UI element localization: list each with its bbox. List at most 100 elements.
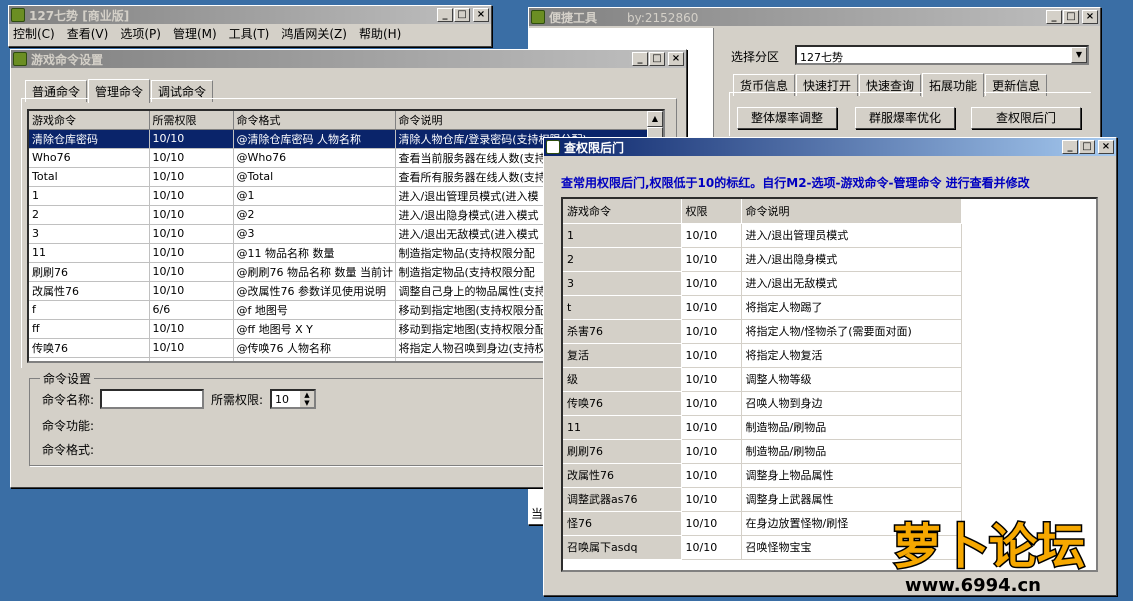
scroll-up-icon[interactable]: ▲ [647, 111, 663, 127]
zone-select[interactable]: 127七势 ▼ [795, 45, 1089, 65]
menu-tools[interactable]: 工具(T) [229, 25, 270, 42]
command-name-input[interactable] [100, 389, 204, 409]
table-cell[interactable]: 进入/退出无敌模式 [741, 271, 962, 296]
perm-title-bar[interactable]: 查权限后门 _ □ × [544, 138, 1116, 156]
table-row[interactable]: 级 10/10 调整人物等级 [563, 367, 962, 392]
col-header-command[interactable]: 游戏命令 [29, 111, 150, 130]
tool-close-button[interactable]: × [1082, 10, 1098, 24]
chevron-down-icon[interactable]: ▼ [1071, 47, 1087, 63]
table-cell[interactable]: 刷刷76 [29, 262, 150, 282]
table-cell[interactable]: 3 [29, 224, 150, 244]
table-cell[interactable]: 11 [29, 243, 150, 263]
group-drop-rate-button[interactable]: 群服爆率优化 [855, 107, 955, 129]
table-cell[interactable]: 10/10 [149, 357, 234, 361]
table-cell[interactable]: @3 [233, 224, 396, 244]
perm-col-header-permission[interactable]: 权限 [681, 199, 742, 224]
cmd-minimize-button[interactable]: _ [632, 52, 648, 66]
table-cell[interactable]: 10/10 [149, 338, 234, 358]
menu-help[interactable]: 帮助(H) [359, 25, 401, 42]
table-cell[interactable]: 10/10 [681, 223, 742, 248]
table-row[interactable]: 刷刷76 10/10 制造物品/刷物品 [563, 439, 962, 464]
table-cell[interactable]: 10/10 [681, 247, 742, 272]
table-row[interactable]: 复活 10/10 将指定人物复活 [563, 343, 962, 368]
cmd-close-button[interactable]: × [668, 52, 684, 66]
menu-manage[interactable]: 管理(M) [173, 25, 217, 42]
permission-spinner[interactable]: 10 ▲ ▼ [270, 389, 316, 409]
table-cell[interactable]: 1 [29, 186, 150, 206]
minimize-button[interactable]: _ [437, 8, 453, 22]
table-row[interactable]: t 10/10 将指定人物踢了 [563, 295, 962, 320]
table-cell[interactable]: 1 [563, 223, 682, 248]
main-title-bar[interactable]: 127七势 [商业版] _ □ × [9, 6, 491, 24]
table-cell[interactable]: 制造物品/刷物品 [741, 415, 962, 440]
table-cell[interactable]: 传唤76 [563, 391, 682, 416]
table-cell[interactable]: Total [29, 167, 150, 187]
table-cell[interactable]: @2 [233, 205, 396, 225]
table-row[interactable]: 2 10/10 进入/退出隐身模式 [563, 247, 962, 272]
table-cell[interactable]: 级 [563, 367, 682, 392]
table-cell[interactable]: 制造物品/刷物品 [741, 439, 962, 464]
table-cell[interactable]: 杀害76 [563, 319, 682, 344]
menu-gateway[interactable]: 鸿盾网关(Z) [281, 25, 347, 42]
table-cell[interactable]: 10/10 [149, 129, 234, 149]
col-header-permission[interactable]: 所需权限 [149, 111, 234, 130]
menu-control[interactable]: 控制(C) [13, 25, 55, 42]
table-cell[interactable]: 10/10 [681, 535, 742, 560]
cmd-maximize-button[interactable]: □ [649, 52, 665, 66]
table-cell[interactable]: 调整人物等级 [741, 367, 962, 392]
table-cell[interactable]: @11 物品名称 数量 [233, 243, 396, 263]
perm-close-button[interactable]: × [1098, 140, 1114, 154]
table-cell[interactable]: @1 [233, 186, 396, 206]
perm-maximize-button[interactable]: □ [1079, 140, 1095, 154]
table-cell[interactable]: 传唤76 [29, 338, 150, 358]
table-cell[interactable]: f [29, 300, 150, 320]
tab-extensions[interactable]: 拓展功能 [922, 73, 985, 97]
table-cell[interactable]: @清除仓库密码 人物名称 [233, 129, 396, 149]
table-cell[interactable]: 10/10 [149, 148, 234, 168]
table-cell[interactable]: 怪76 [563, 511, 682, 536]
tool-title-bar[interactable]: 便捷工具 by:2152860 _ □ × [529, 8, 1100, 26]
table-row[interactable]: 杀害76 10/10 将指定人物/怪物杀了(需要面对面) [563, 319, 962, 344]
table-cell[interactable]: 10/10 [681, 487, 742, 512]
table-cell[interactable]: 清除仓库密码 [29, 129, 150, 149]
table-cell[interactable]: 调整武器as76 [563, 487, 682, 512]
table-cell[interactable]: t [563, 295, 682, 320]
table-cell[interactable]: 将指定人物踢了 [741, 295, 962, 320]
overall-drop-rate-button[interactable]: 整体爆率调整 [737, 107, 837, 129]
table-cell[interactable]: 10/10 [681, 463, 742, 488]
table-cell[interactable]: @Total [233, 167, 396, 187]
table-cell[interactable]: 10/10 [149, 224, 234, 244]
table-cell[interactable]: 3 [563, 271, 682, 296]
spinner-arrows-icon[interactable]: ▲ ▼ [300, 391, 314, 407]
table-cell[interactable]: 2 [563, 247, 682, 272]
table-cell[interactable]: 10/10 [681, 319, 742, 344]
table-cell[interactable]: 10/10 [681, 295, 742, 320]
table-cell[interactable]: ff [29, 319, 150, 339]
menu-view[interactable]: 查看(V) [67, 25, 109, 42]
table-cell[interactable]: 改属性76 [563, 463, 682, 488]
table-cell[interactable]: 召唤人物到身边 [741, 391, 962, 416]
table-cell[interactable]: 10/10 [681, 415, 742, 440]
table-cell[interactable]: 将指定人物复活 [741, 343, 962, 368]
table-row[interactable]: 3 10/10 进入/退出无敌模式 [563, 271, 962, 296]
table-cell[interactable]: 6/6 [149, 300, 234, 320]
table-cell[interactable]: 10/10 [149, 319, 234, 339]
table-cell[interactable]: 改属性76 [29, 281, 150, 301]
table-cell[interactable]: 2 [29, 205, 150, 225]
table-cell[interactable]: @传唤76 人物名称 [233, 338, 396, 358]
table-cell[interactable]: 10/10 [681, 271, 742, 296]
table-cell[interactable]: @刷刷76 物品名称 数量 当前计 [233, 262, 396, 282]
check-backdoor-button[interactable]: 查权限后门 [971, 107, 1081, 129]
table-cell[interactable]: 10/10 [149, 243, 234, 263]
table-cell[interactable]: 跟踪 [29, 357, 150, 361]
table-cell[interactable]: @ff 地图号 X Y [233, 319, 396, 339]
table-cell[interactable]: @改属性76 参数详见使用说明 [233, 281, 396, 301]
table-cell[interactable]: 进入/退出管理员模式 [741, 223, 962, 248]
menu-options[interactable]: 选项(P) [120, 25, 161, 42]
tab-admin-commands[interactable]: 管理命令 [88, 79, 151, 103]
table-cell[interactable]: 10/10 [681, 391, 742, 416]
table-cell[interactable]: 召唤属下asdq [563, 535, 682, 560]
table-row[interactable]: 1 10/10 进入/退出管理员模式 [563, 223, 962, 248]
table-cell[interactable]: @f 地图号 [233, 300, 396, 320]
table-cell[interactable]: 10/10 [681, 367, 742, 392]
